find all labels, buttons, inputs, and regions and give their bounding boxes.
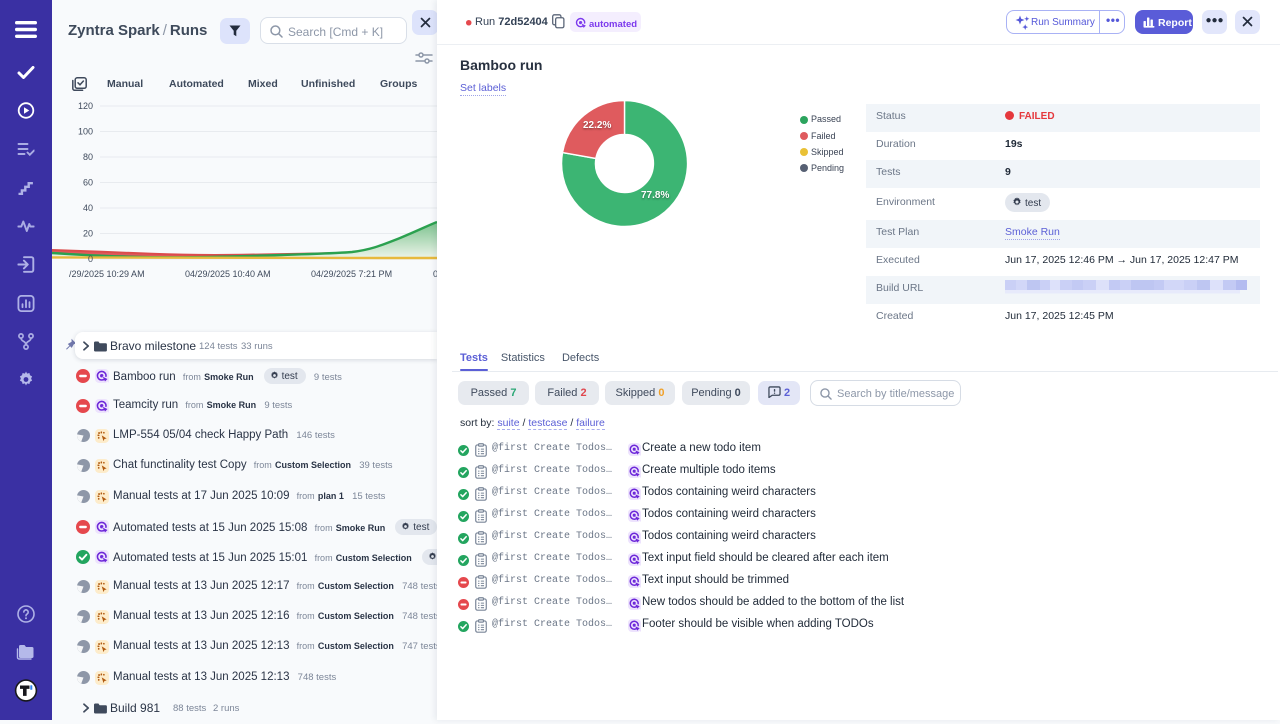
svg-text:04/29/2025 7:21 PM: 04/29/2025 7:21 PM (311, 269, 392, 279)
svg-text:120: 120 (78, 101, 93, 111)
svg-text:0: 0 (88, 254, 93, 264)
svg-text:80: 80 (83, 152, 93, 162)
svg-text:04/29/2025 10:40 AM: 04/29/2025 10:40 AM (185, 269, 271, 279)
svg-text:20: 20 (83, 229, 93, 239)
svg-text:100: 100 (78, 127, 93, 137)
svg-text:/29/2025 10:29 AM: /29/2025 10:29 AM (69, 269, 145, 279)
svg-text:40: 40 (83, 203, 93, 213)
svg-text:60: 60 (83, 178, 93, 188)
